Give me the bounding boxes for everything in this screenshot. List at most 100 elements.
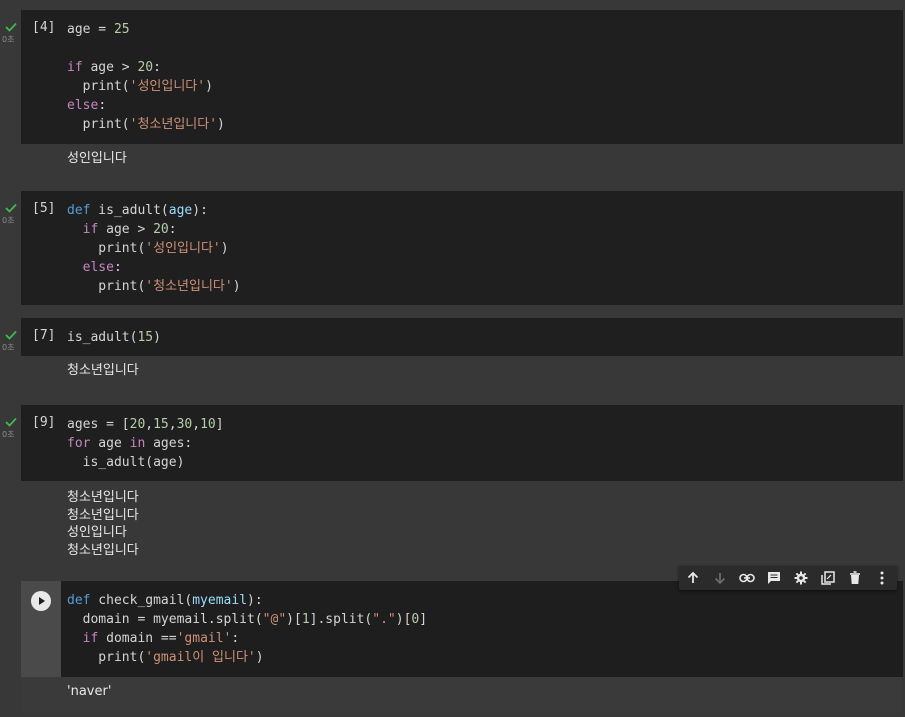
arrow-up-icon (687, 571, 698, 583)
code-editor[interactable]: [4] age = 25 if age > 20: print('성인입니다')… (21, 10, 903, 144)
output-line: 성인입니다 (67, 151, 127, 166)
code-token: age > (82, 60, 138, 75)
move-down-button[interactable] (706, 566, 733, 590)
check-icon (5, 330, 17, 340)
trash-icon (849, 571, 860, 584)
code-token: 30 (176, 417, 193, 432)
code-token: ) (217, 117, 225, 132)
code-editor[interactable]: [9] ages = [20,15,30,10] for age in ages… (21, 405, 903, 481)
move-up-button[interactable] (679, 566, 706, 590)
code-token: : (113, 260, 122, 275)
play-icon (39, 597, 45, 605)
code-token: )[ (286, 612, 302, 627)
code-token: 20 (153, 222, 169, 237)
code-token: 20 (137, 60, 154, 75)
code-token: is_adult( (90, 203, 169, 218)
code-token: '청소년입니다' (129, 117, 218, 132)
code-token: 15 (153, 417, 169, 432)
code-token: )[ (395, 612, 412, 627)
output-line: 청소년입니다 (67, 490, 139, 505)
code-token: : (231, 631, 240, 646)
code-token: age > (98, 222, 154, 237)
code-token: ): (192, 203, 208, 218)
arrow-down-icon (714, 573, 725, 585)
output-line: 'naver' (67, 684, 112, 699)
code-token: age = (67, 22, 114, 37)
output-line: 성인입니다 (67, 525, 127, 540)
add-comment-button[interactable] (760, 566, 787, 590)
delete-cell-button[interactable] (841, 566, 868, 590)
comment-icon (767, 572, 780, 584)
code-token: print( (67, 117, 130, 132)
code-token: , (145, 417, 154, 432)
code-cell[interactable]: 0초 [9] ages = [20,15,30,10] for age in a… (0, 405, 905, 568)
code-token: in (129, 436, 146, 451)
code-token: else (82, 260, 114, 275)
mirror-cell-button[interactable] (814, 566, 841, 590)
execution-time: 0초 (2, 35, 15, 44)
output-text: 'naver' (67, 683, 111, 701)
code-token: ): (247, 593, 263, 608)
code-token: "." (372, 612, 396, 627)
execution-time: 0초 (2, 343, 15, 352)
cell-output: 청소년입니다 청소년입니다 성인입니다 청소년입니다 (21, 483, 903, 568)
gear-icon (794, 571, 807, 585)
code-text[interactable]: ages = [20,15,30,10] for age in ages: is… (67, 415, 224, 472)
output-text: 성인입니다 (67, 150, 127, 168)
execution-count: [5] (32, 201, 56, 216)
link-icon (738, 573, 755, 583)
output-line: 청소년입니다 (67, 507, 139, 523)
code-text[interactable]: def check_gmail(myemail): domain = myema… (67, 591, 427, 667)
run-cell-button[interactable] (31, 591, 51, 611)
code-token: 25 (113, 22, 130, 37)
code-cell[interactable]: 0초 [7] is_adult(15) 청소년입니다 (0, 318, 905, 396)
cell-output: 청소년입니다 (21, 356, 903, 396)
code-editor[interactable]: def check_gmail(myemail): domain = myema… (21, 581, 903, 677)
code-cell[interactable]: 0초 [5] def is_adult(age): if age > 20: p… (0, 191, 905, 306)
mirror-cell-icon (820, 571, 835, 585)
check-icon (5, 22, 17, 32)
output-line: 청소년입니다 (67, 363, 139, 378)
copy-link-button[interactable] (733, 566, 760, 590)
cell-output: 'naver' (21, 677, 903, 713)
code-token: check_gmail( (90, 593, 193, 608)
code-token: : (168, 222, 177, 237)
code-token: ) (205, 79, 213, 94)
code-cell[interactable]: 0초 [4] age = 25 if age > 20: print('성인입니… (0, 10, 905, 182)
code-text[interactable]: age = 25 if age > 20: print('성인입니다') els… (67, 20, 225, 134)
output-line: 청소년입니다 (67, 542, 139, 558)
code-token: ) (255, 650, 264, 665)
code-token: ages: (145, 436, 193, 451)
code-token: ) (232, 279, 241, 294)
code-token: def (67, 203, 91, 218)
code-cell-active[interactable]: def check_gmail(myemail): domain = myema… (0, 581, 905, 717)
code-text[interactable]: def is_adult(age): if age > 20: print('성… (67, 201, 241, 296)
code-text[interactable]: is_adult(15) (67, 328, 161, 347)
code-token: ] (419, 612, 428, 627)
check-icon (5, 417, 17, 427)
code-token: 10 (200, 417, 216, 432)
code-token: 'gmail이 입니다' (145, 650, 256, 665)
execution-time: 0초 (2, 216, 15, 225)
code-token: myemail (192, 593, 248, 608)
code-token: age (90, 436, 130, 451)
code-token: , (192, 417, 201, 432)
output-text: 청소년입니다 청소년입니다 성인입니다 청소년입니다 (67, 489, 139, 559)
cell-settings-button[interactable] (787, 566, 814, 590)
code-token: 1 (301, 612, 310, 627)
execution-count: [9] (32, 415, 56, 430)
code-token: for (67, 436, 91, 451)
code-editor[interactable]: [7] is_adult(15) (21, 318, 903, 356)
more-actions-button[interactable] (868, 566, 895, 590)
execution-time: 0초 (2, 430, 15, 439)
code-token: , (168, 417, 177, 432)
code-token: def (67, 593, 91, 608)
code-token: is_adult( (67, 330, 138, 345)
code-token: ) (153, 330, 161, 345)
cell-gutter: 0초 (0, 318, 20, 378)
code-token: if (82, 222, 99, 237)
code-editor[interactable]: [5] def is_adult(age): if age > 20: prin… (21, 191, 903, 305)
code-token: print( (67, 241, 146, 256)
code-token: ].split( (309, 612, 373, 627)
